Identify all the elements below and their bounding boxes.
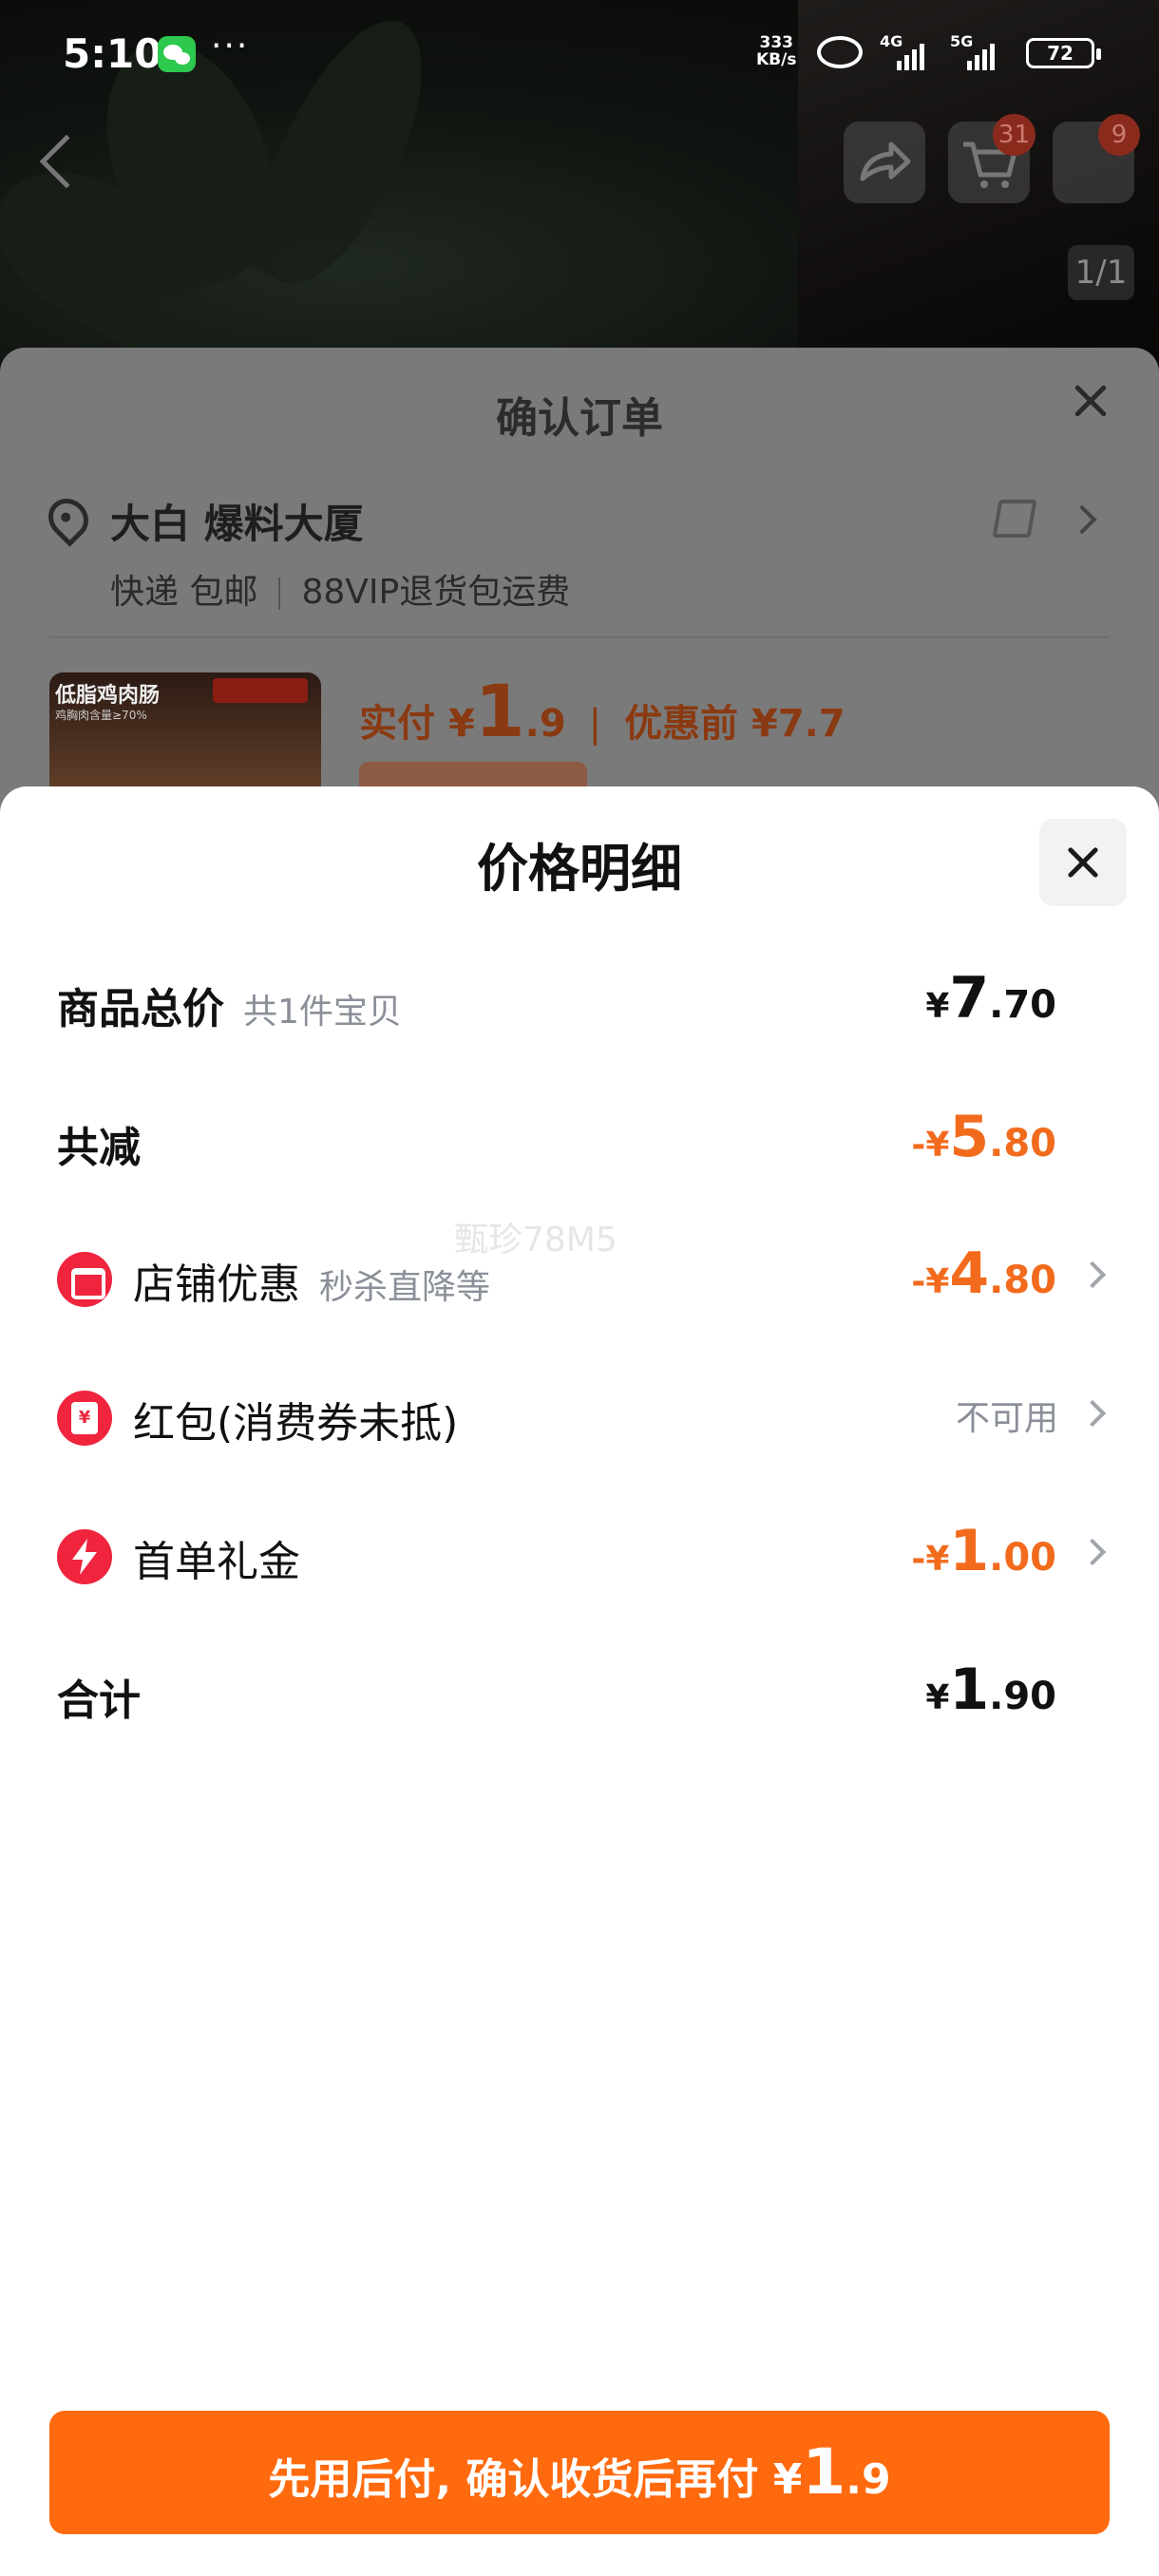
delivery-method: 快递 包邮 [110,573,258,612]
paid-amount: 实付 ¥1.9 | 优惠前 ¥7.7 [359,669,846,753]
watermark: 甄珍78M5 [454,1221,618,1260]
cart-count-badge: 31 [992,114,1036,156]
status-time: 5:10 [63,30,162,77]
chevron-right-icon [1078,1538,1107,1566]
hd-call-icon [817,36,863,68]
price-detail-sheet: 价格明细 商品总价 共1件宝贝 ¥7.70 共减 -¥5.80 店铺优惠 秒杀直降等… [0,786,1159,2576]
price-row-first-order-gift[interactable]: 首单礼金 -¥1.00 [0,1514,1159,1600]
wechat-icon [158,36,196,72]
signal-4g-icon: 4G [880,32,956,70]
more-button[interactable]: 9 [1053,114,1140,203]
first-order-gift-value: -¥1.00 [911,1518,1056,1584]
shop-icon [57,1252,112,1307]
location-icon [40,490,97,547]
subtotal-value: ¥7.70 [925,965,1056,1032]
battery-icon: 72 [1026,38,1101,68]
total-discount-value: -¥5.80 [911,1104,1056,1170]
cart-button[interactable]: 31 [948,114,1036,203]
close-icon [1063,843,1103,882]
price-row-red-envelope[interactable]: 红包(消费券未抵) 不可用 [0,1375,1159,1461]
lightning-icon [57,1529,112,1584]
close-button[interactable] [1039,819,1127,906]
status-bar: 5:10 ··· 333 KB/s 4G 5G 72 [0,0,1159,104]
image-counter: 1/1 [1068,245,1134,300]
share-button[interactable] [844,122,925,203]
return-note: 88VIP退货包运费 [301,573,571,612]
more-count-badge: 9 [1098,114,1140,156]
more-notifications: ··· [211,27,250,66]
price-row-total: 合计 ¥1.90 [57,1657,1056,1725]
divider [278,578,281,610]
chevron-right-icon [1078,1399,1107,1428]
red-envelope-status: 不可用 [955,1399,1058,1438]
signal-5g-icon: 5G [950,32,1016,70]
price-row-subtotal: 商品总价 共1件宝贝 ¥7.70 [57,965,1056,1033]
shop-discount-value: -¥4.80 [911,1241,1056,1307]
address-name[interactable]: 大白 爆料大厦 [110,492,364,550]
order-title: 确认订单 [496,394,663,443]
edit-icon[interactable] [992,500,1037,538]
network-speed: 333 KB/s [756,33,797,69]
total-value: ¥1.90 [925,1657,1056,1723]
price-row-total-discount: 共减 -¥5.80 [57,1104,1056,1172]
sheet-title: 价格明细 [477,839,682,899]
pay-later-button[interactable]: 先用后付, 确认收货后再付 ¥1.9 [49,2411,1110,2534]
share-icon [860,142,911,181]
order-close-button[interactable] [1070,380,1112,422]
chevron-right-icon[interactable] [1067,504,1097,535]
close-icon [1070,380,1112,422]
chevron-right-icon [1078,1260,1107,1289]
divider [49,636,1110,638]
red-envelope-icon [57,1391,112,1446]
shipping-info: 快递 包邮 88VIP退货包运费 [110,564,570,614]
